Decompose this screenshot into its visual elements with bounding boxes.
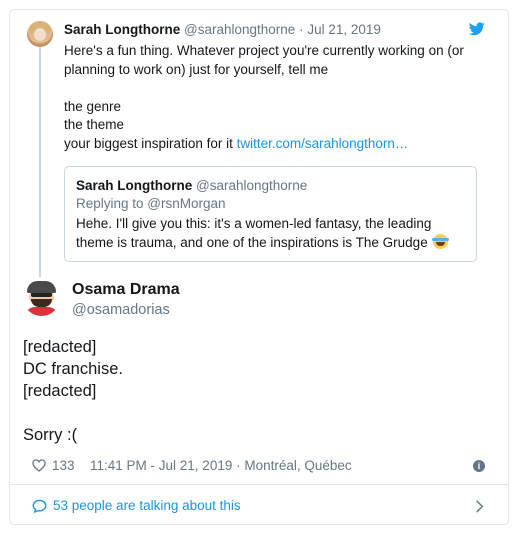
main-text-line: DC franchise. xyxy=(23,360,123,378)
thread-date-separator: · xyxy=(295,22,308,37)
osama-avatar[interactable] xyxy=(23,279,60,316)
thread-tweet-body: Here's a fun thing. Whatever project you… xyxy=(64,42,484,153)
quoted-author-handle: @sarahlongthorne xyxy=(196,178,308,193)
replying-handle: @rsnMorgan xyxy=(147,196,226,211)
thread-author-name[interactable]: Sarah Longthorne xyxy=(64,22,180,37)
main-text-line: [redacted] xyxy=(23,338,97,356)
info-icon[interactable]: i xyxy=(473,460,485,472)
chevron-right-icon[interactable] xyxy=(475,500,484,513)
main-text-line: Sorry :( xyxy=(23,426,78,444)
main-author-handle[interactable]: @osamadorias xyxy=(72,302,170,318)
thread-date[interactable]: Jul 21, 2019 xyxy=(307,22,381,37)
quoted-text-line: theme is trauma, and one of the inspirat… xyxy=(76,233,471,253)
thread-tweet-header: Sarah Longthorne @sarahlongthorne · Jul … xyxy=(64,22,484,37)
main-text-line xyxy=(23,402,483,424)
like-count[interactable]: 133 xyxy=(52,458,75,473)
joy-emoji-icon xyxy=(432,233,450,249)
speech-bubble-icon xyxy=(32,499,47,513)
sarah-avatar[interactable] xyxy=(27,21,53,47)
replying-prefix: Replying to xyxy=(76,196,148,211)
thread-list-line: the genre xyxy=(64,98,122,114)
quoted-tweet-text: Hehe. I'll give you this: it's a women-l… xyxy=(76,215,471,252)
thread-last-line: your biggest inspiration for it twitter.… xyxy=(64,135,484,154)
thread-author-handle[interactable]: @sarahlongthorne xyxy=(184,22,295,37)
thread-text-line: planning to work on) just for yourself, … xyxy=(64,61,329,77)
talking-about-footer[interactable]: 53 people are talking about this xyxy=(10,485,508,525)
talking-about-text[interactable]: 53 people are talking about this xyxy=(53,498,241,513)
main-author-name[interactable]: Osama Drama xyxy=(72,281,180,299)
thread-last-line-prefix: your biggest inspiration for it xyxy=(64,135,237,151)
tweet-timestamp[interactable]: 11:41 PM - Jul 21, 2019 · Montréal, Québ… xyxy=(90,458,352,473)
heart-icon[interactable] xyxy=(32,459,46,472)
quoted-tweet-box[interactable]: Sarah Longthorne @sarahlongthorne Replyi… xyxy=(64,166,477,262)
replying-to-line: Replying to @rsnMorgan xyxy=(76,196,226,211)
twitter-bird-icon[interactable] xyxy=(469,22,485,36)
quoted-text-line: Hehe. I'll give you this: it's a women-l… xyxy=(76,216,432,231)
main-tweet-body: [redacted] DC franchise. [redacted] Sorr… xyxy=(23,336,483,446)
thread-link[interactable]: twitter.com/sarahlongthorn… xyxy=(237,136,409,151)
main-text-line: [redacted] xyxy=(23,382,97,400)
thread-connector-line xyxy=(39,45,41,277)
quoted-tweet-header: Sarah Longthorne @sarahlongthorne xyxy=(76,178,307,193)
thread-text-line: Here's a fun thing. Whatever project you… xyxy=(64,43,464,58)
quoted-author-name: Sarah Longthorne xyxy=(76,178,193,193)
thread-list-line: the theme xyxy=(64,117,125,132)
